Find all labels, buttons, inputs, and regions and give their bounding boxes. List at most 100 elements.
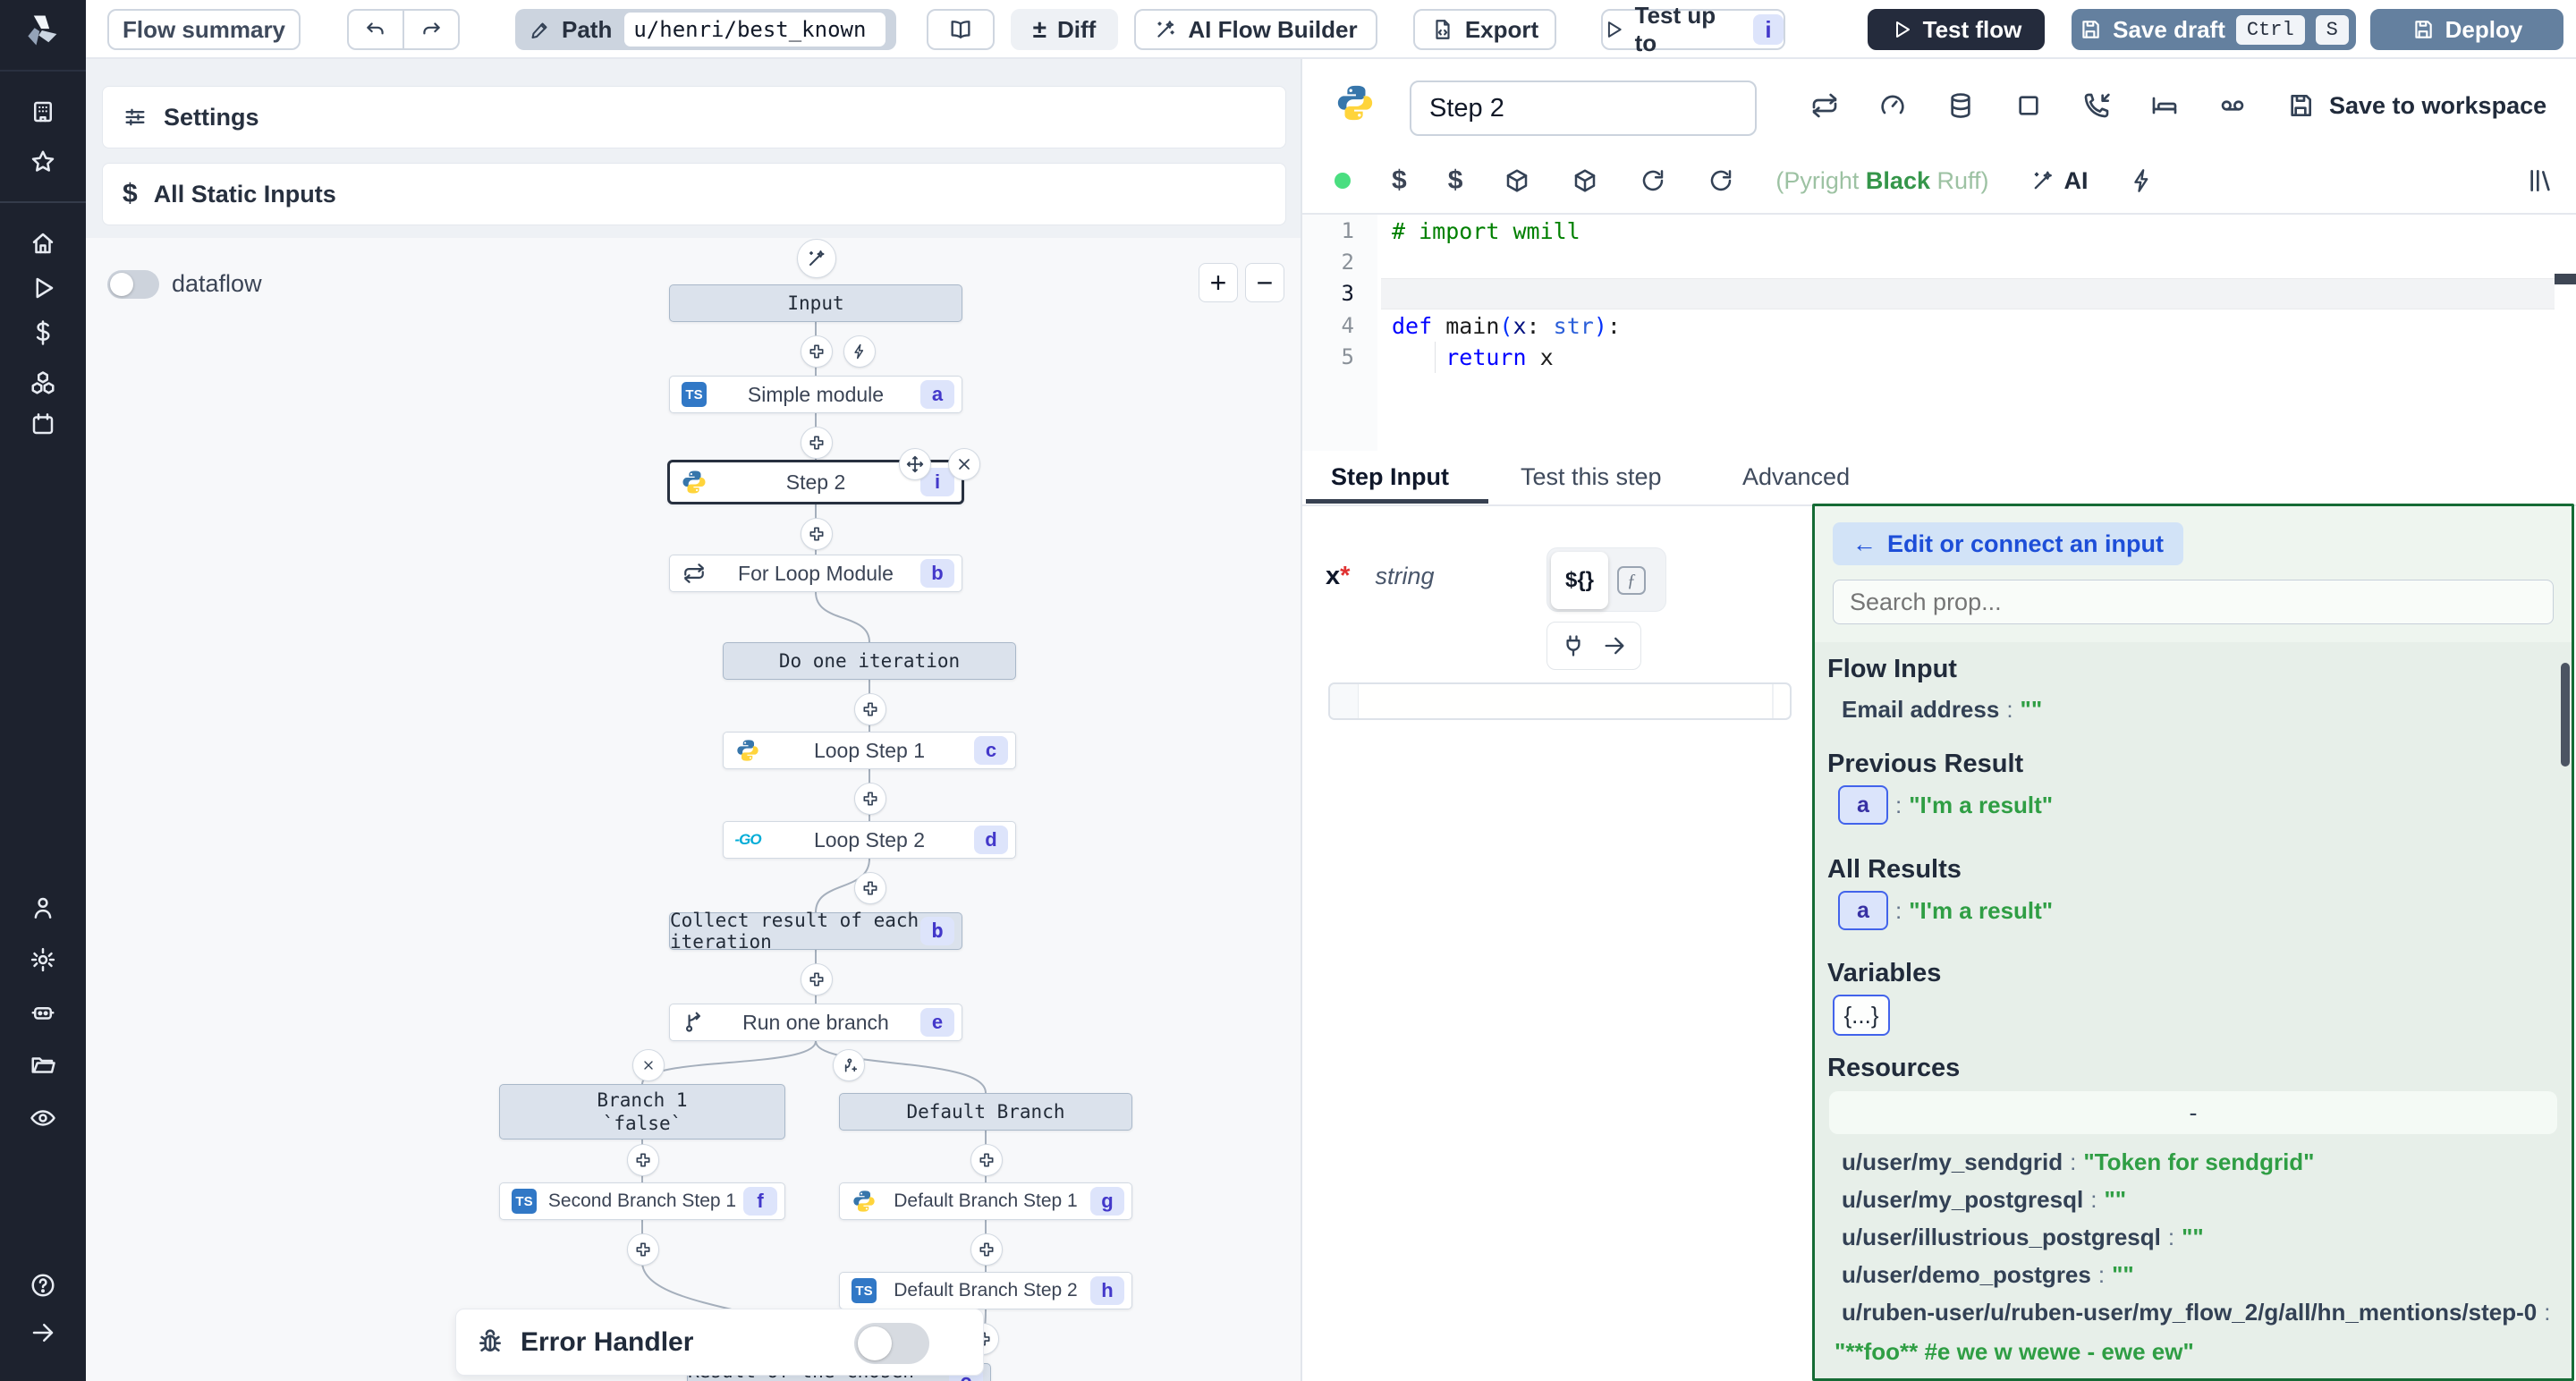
prop-row-previous-result[interactable]: a:"I'm a result" — [1838, 785, 2053, 825]
prop-row-all-results[interactable]: a:"I'm a result" — [1838, 891, 2053, 930]
move-step-handle[interactable] — [899, 448, 931, 480]
flow-node-simple-module[interactable]: TS Simple module a — [669, 376, 962, 413]
delete-step-button[interactable] — [948, 448, 980, 480]
insert-step-button[interactable] — [854, 872, 886, 904]
save-draft-button[interactable]: Save draft Ctrl S — [2072, 9, 2356, 50]
template-mode-button[interactable]: ${} — [1551, 552, 1608, 609]
panel-scrollbar-thumb[interactable] — [2561, 663, 2570, 767]
reset-icon[interactable] — [1707, 167, 1734, 194]
library-icon[interactable] — [2526, 166, 2555, 195]
step-name-input[interactable] — [1410, 80, 1757, 136]
sidebar-item-users[interactable] — [30, 894, 56, 921]
insert-step-button[interactable] — [801, 427, 833, 459]
package-icon[interactable] — [1572, 167, 1598, 194]
sidebar-item-schedules[interactable] — [30, 411, 56, 437]
insert-step-button[interactable] — [627, 1144, 659, 1176]
search-prop-input[interactable] — [1833, 580, 2554, 624]
early-stop-icon[interactable] — [1878, 91, 1907, 120]
panel-resize-handle[interactable] — [1301, 59, 1302, 1381]
flow-node-input[interactable]: Input — [669, 284, 962, 322]
export-button[interactable]: Export — [1413, 9, 1556, 50]
reload-icon[interactable] — [1640, 167, 1666, 194]
collapse-sidebar-icon[interactable] — [30, 1319, 56, 1346]
sleep-icon[interactable] — [2150, 91, 2179, 120]
edit-or-connect-back-button[interactable]: ← Edit or connect an input — [1833, 522, 2183, 565]
diff-button[interactable]: ± Diff — [1011, 9, 1118, 50]
path-input[interactable] — [624, 13, 886, 47]
sidebar-item-runs[interactable] — [30, 275, 56, 301]
insert-step-button[interactable] — [970, 1144, 1003, 1176]
resources-filter-bar[interactable]: - — [1829, 1091, 2557, 1134]
flow-canvas[interactable]: Settings $ All Static Inputs dataflow + … — [86, 59, 1302, 1381]
save-to-workspace-button[interactable]: Save to workspace — [2286, 91, 2546, 120]
flow-node-second-branch-step-1[interactable]: TS Second Branch Step 1 f — [499, 1182, 785, 1220]
windmill-logo[interactable] — [21, 11, 64, 50]
resource-row[interactable]: u/user/my_postgresql:"" — [1842, 1186, 2126, 1214]
step-id-badge[interactable]: a — [1838, 891, 1888, 930]
remove-branch-button[interactable] — [632, 1049, 665, 1081]
flow-node-loop-step-2[interactable]: -GO Loop Step 2 d — [723, 821, 1016, 859]
sidebar-item-home[interactable] — [30, 230, 56, 257]
flow-summary-button[interactable]: Flow summary — [107, 9, 301, 50]
sidebar-item-variables[interactable] — [30, 319, 56, 346]
insert-step-button[interactable] — [627, 1233, 659, 1266]
plug-icon[interactable] — [1561, 633, 1586, 658]
concurrency-icon[interactable] — [2218, 91, 2247, 120]
insert-step-button[interactable] — [854, 783, 886, 815]
undo-button[interactable] — [349, 11, 404, 48]
sidebar-item-resources[interactable] — [30, 369, 56, 396]
resource-row[interactable]: u/user/demo_postgres:"" — [1842, 1261, 2134, 1289]
workspace-icon[interactable] — [30, 98, 56, 125]
resource-picker-icon[interactable]: $ — [1448, 165, 1463, 196]
package-icon[interactable] — [1504, 167, 1530, 194]
insert-step-button[interactable] — [970, 1233, 1003, 1266]
ai-gen-button[interactable]: AI — [2030, 167, 2089, 195]
mock-icon[interactable] — [2014, 91, 2043, 120]
add-trigger-button[interactable] — [843, 335, 876, 368]
flow-node-default-branch-step-1[interactable]: Default Branch Step 1 g — [839, 1182, 1132, 1220]
tab-step-input[interactable]: Step Input — [1331, 463, 1449, 491]
resource-row[interactable]: u/user/illustrious_postgresql:"" — [1842, 1224, 2204, 1251]
sidebar-item-folders[interactable] — [30, 1052, 56, 1079]
flow-node-branch-1[interactable]: Branch 1 `false` — [499, 1084, 785, 1140]
flow-node-do-one-iteration[interactable]: Do one iteration — [723, 642, 1016, 680]
insert-step-button[interactable] — [801, 335, 833, 368]
tab-test-this-step[interactable]: Test this step — [1521, 463, 1662, 491]
suspend-approval-icon[interactable] — [2082, 91, 2111, 120]
flow-node-collect-result[interactable]: Collect result of each iteration b — [669, 912, 962, 950]
flow-node-run-one-branch[interactable]: Run one branch e — [669, 1004, 962, 1041]
flow-node-default-branch-step-2[interactable]: TS Default Branch Step 2 h — [839, 1272, 1132, 1309]
deploy-button[interactable]: Deploy — [2370, 9, 2563, 50]
cache-icon[interactable] — [1946, 91, 1975, 120]
redo-button[interactable] — [404, 11, 458, 48]
error-handler-toggle[interactable] — [854, 1323, 929, 1364]
ai-flow-builder-button[interactable]: AI Flow Builder — [1134, 9, 1377, 50]
help-icon[interactable] — [30, 1272, 56, 1299]
arrow-right-icon[interactable] — [1602, 633, 1627, 658]
arg-value-input[interactable] — [1328, 682, 1792, 720]
flow-node-default-branch[interactable]: Default Branch — [839, 1093, 1132, 1131]
insert-step-button[interactable] — [801, 963, 833, 996]
insert-step-button[interactable] — [801, 518, 833, 550]
variables-expand-button[interactable]: {...} — [1833, 995, 1890, 1036]
editor-overview-ruler-mark[interactable] — [2555, 274, 2576, 284]
sidebar-item-audit-logs[interactable] — [30, 1105, 56, 1131]
resource-row[interactable]: u/ruben-user/u/ruben-user/my_flow_2/g/al… — [1842, 1299, 2558, 1326]
lightning-icon[interactable] — [2130, 168, 2155, 193]
flow-node-for-loop[interactable]: For Loop Module b — [669, 555, 962, 592]
retries-icon[interactable] — [1810, 91, 1839, 120]
prop-row-flow-input[interactable]: Email address:"" — [1842, 696, 2042, 724]
sidebar-item-settings[interactable] — [30, 946, 56, 973]
test-flow-button[interactable]: Test flow — [1868, 9, 2045, 50]
ai-step-wand-button[interactable] — [797, 239, 836, 278]
insert-step-button[interactable] — [854, 693, 886, 725]
resource-row[interactable]: u/user/my_sendgrid:"Token for sendgrid" — [1842, 1148, 2315, 1176]
test-up-to-button[interactable]: Test up to i — [1601, 9, 1785, 50]
javascript-mode-button[interactable]: ƒ — [1617, 566, 1646, 595]
add-branch-button[interactable] — [833, 1049, 865, 1081]
step-id-badge[interactable]: a — [1838, 785, 1888, 825]
favorites-icon[interactable] — [30, 148, 56, 175]
docs-button[interactable] — [927, 9, 995, 50]
flow-node-loop-step-1[interactable]: Loop Step 1 c — [723, 732, 1016, 769]
tab-advanced[interactable]: Advanced — [1742, 463, 1850, 491]
